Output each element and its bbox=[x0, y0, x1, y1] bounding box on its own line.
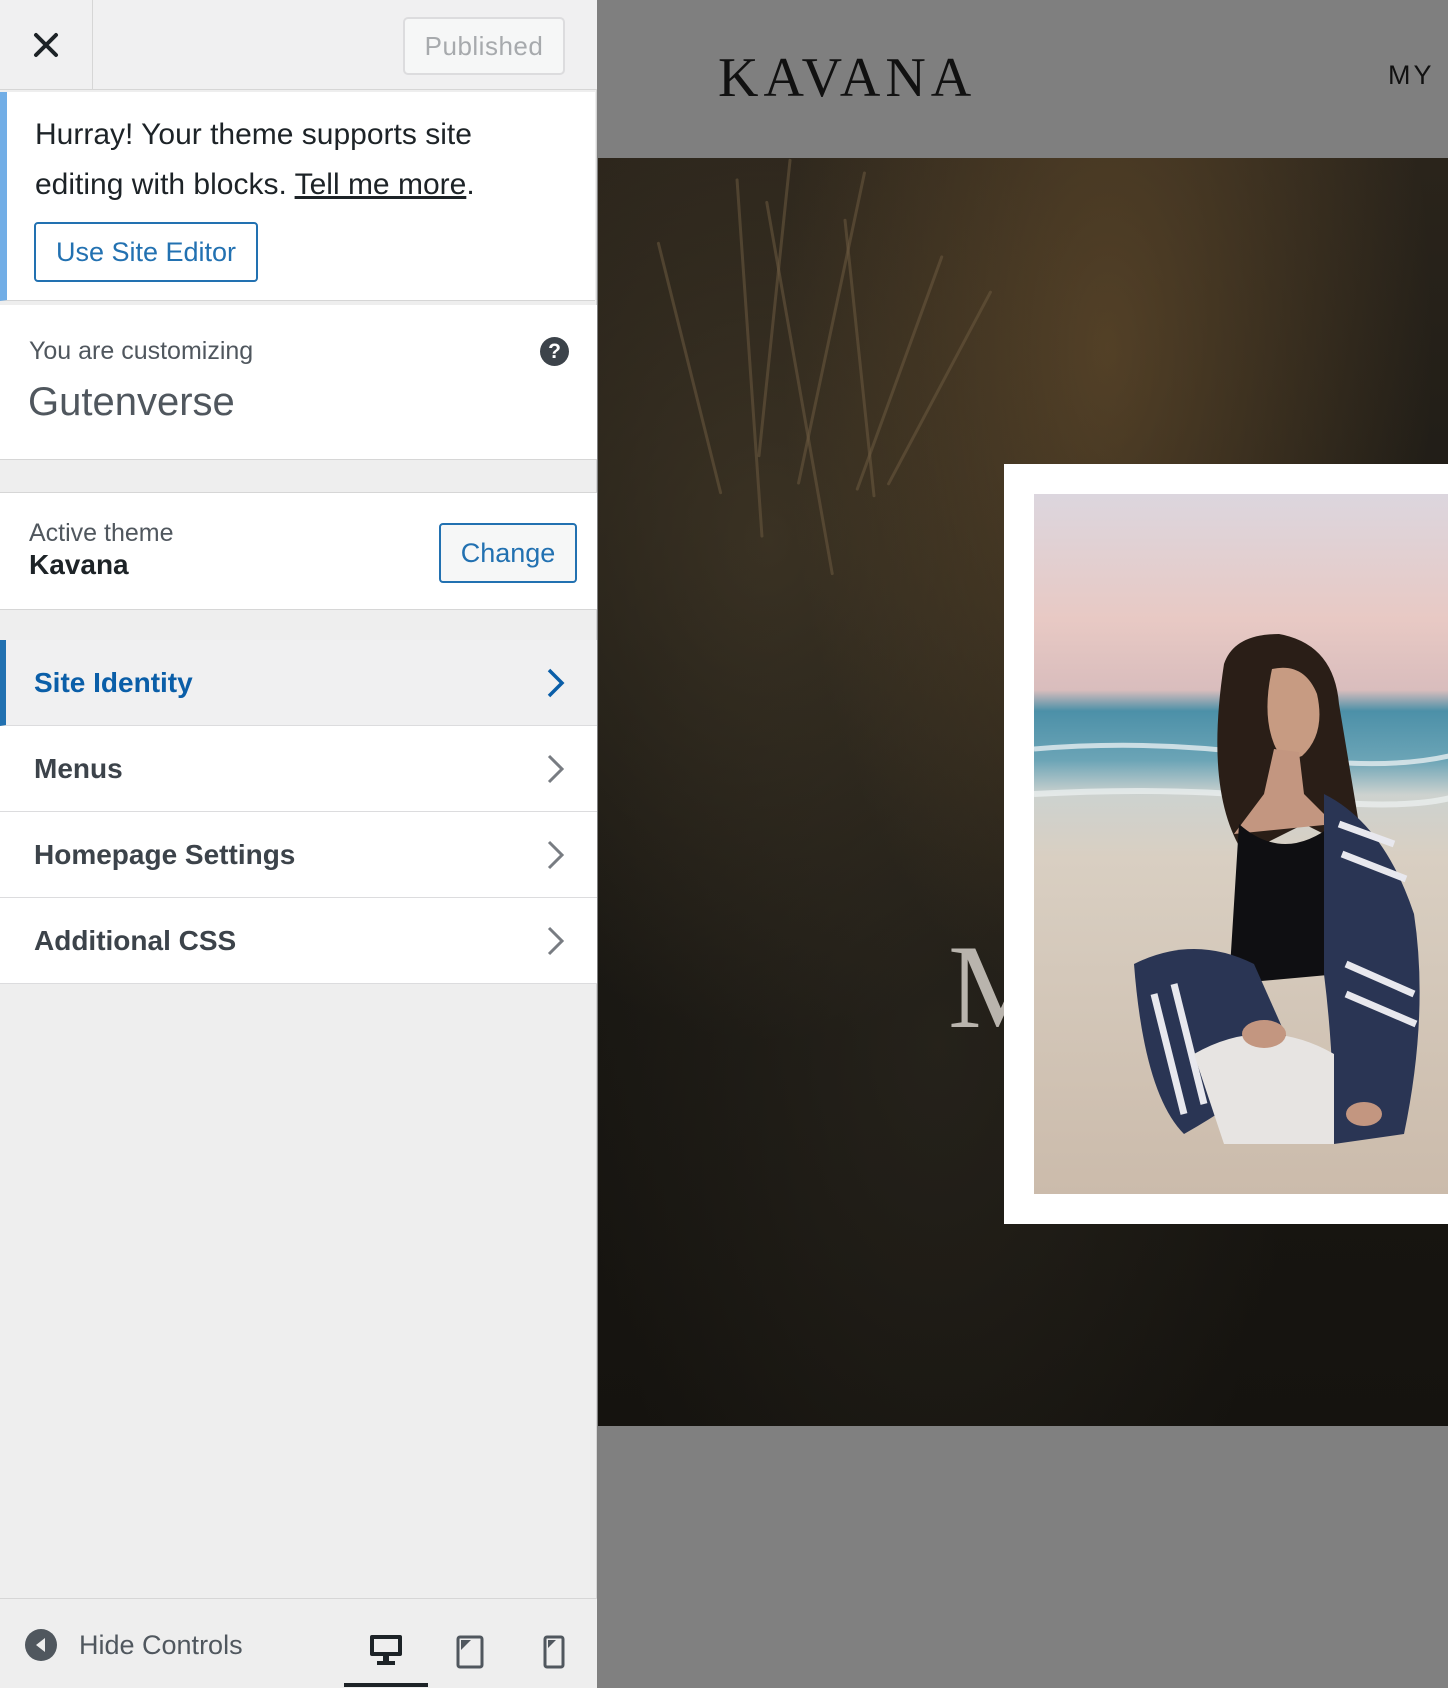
site-preview[interactable]: KAVANA MY M bbox=[598, 0, 1448, 1688]
hide-controls-label: Hide Controls bbox=[79, 1629, 243, 1660]
panel-label: Additional CSS bbox=[34, 924, 237, 956]
panel-site-identity[interactable]: Site Identity bbox=[0, 640, 597, 726]
site-editor-notice: Hurray! Your theme supports site editing… bbox=[0, 92, 595, 301]
collapse-arrow-icon bbox=[25, 1629, 57, 1661]
active-theme-section: Active theme Kavana Change bbox=[0, 492, 597, 610]
use-site-editor-button[interactable]: Use Site Editor bbox=[34, 222, 258, 282]
panel-homepage-settings[interactable]: Homepage Settings bbox=[0, 812, 597, 898]
preview-site-header: KAVANA MY bbox=[598, 0, 1448, 158]
close-customizer-button[interactable] bbox=[0, 0, 93, 89]
customizer-header: Published bbox=[0, 0, 597, 90]
help-icon[interactable]: ? bbox=[540, 337, 569, 366]
preview-desktop-button[interactable] bbox=[344, 1617, 428, 1687]
panel-menus[interactable]: Menus bbox=[0, 726, 597, 812]
hero-background: M bbox=[598, 158, 1448, 1426]
notice-period: . bbox=[466, 168, 475, 201]
close-icon bbox=[34, 32, 58, 57]
mobile-icon bbox=[543, 1635, 565, 1669]
featured-photo bbox=[1034, 494, 1448, 1194]
site-logo[interactable]: KAVANA bbox=[718, 46, 976, 110]
panel-label: Menus bbox=[34, 752, 123, 784]
customizer-sidebar: Published Hurray! Your theme supports si… bbox=[0, 0, 597, 1688]
change-theme-button[interactable]: Change bbox=[439, 523, 577, 583]
chevron-right-icon bbox=[547, 926, 565, 955]
preview-mobile-button[interactable] bbox=[512, 1617, 596, 1687]
panel-additional-css[interactable]: Additional CSS bbox=[0, 898, 597, 984]
customizing-info: You are customizing Gutenverse bbox=[0, 305, 597, 460]
chevron-right-icon bbox=[547, 668, 565, 697]
site-name: Gutenverse bbox=[28, 380, 235, 424]
tell-me-more-link[interactable]: Tell me more bbox=[295, 168, 467, 201]
hide-controls-button[interactable]: Hide Controls bbox=[25, 1627, 243, 1663]
chevron-right-icon bbox=[547, 840, 565, 869]
panel-label: Homepage Settings bbox=[34, 838, 296, 870]
chevron-right-icon bbox=[547, 754, 565, 783]
desktop-icon bbox=[370, 1635, 402, 1665]
active-theme-label: Active theme bbox=[29, 519, 174, 547]
notice-text: Hurray! Your theme supports site editing… bbox=[35, 110, 555, 210]
preview-tablet-button[interactable] bbox=[428, 1617, 512, 1687]
panel-label: Site Identity bbox=[34, 666, 193, 698]
site-nav-item[interactable]: MY bbox=[1388, 60, 1435, 91]
tablet-icon bbox=[456, 1635, 484, 1669]
customizer-panels: Site Identity Menus Homepage Settings Ad… bbox=[0, 640, 597, 984]
woman-with-towel-illustration bbox=[1034, 634, 1448, 1144]
customizing-label: You are customizing bbox=[29, 337, 254, 365]
published-button[interactable]: Published bbox=[403, 17, 565, 75]
featured-photo-frame bbox=[1004, 464, 1448, 1224]
customizer-footer: Hide Controls bbox=[0, 1598, 597, 1688]
active-theme-name: Kavana bbox=[29, 549, 129, 580]
